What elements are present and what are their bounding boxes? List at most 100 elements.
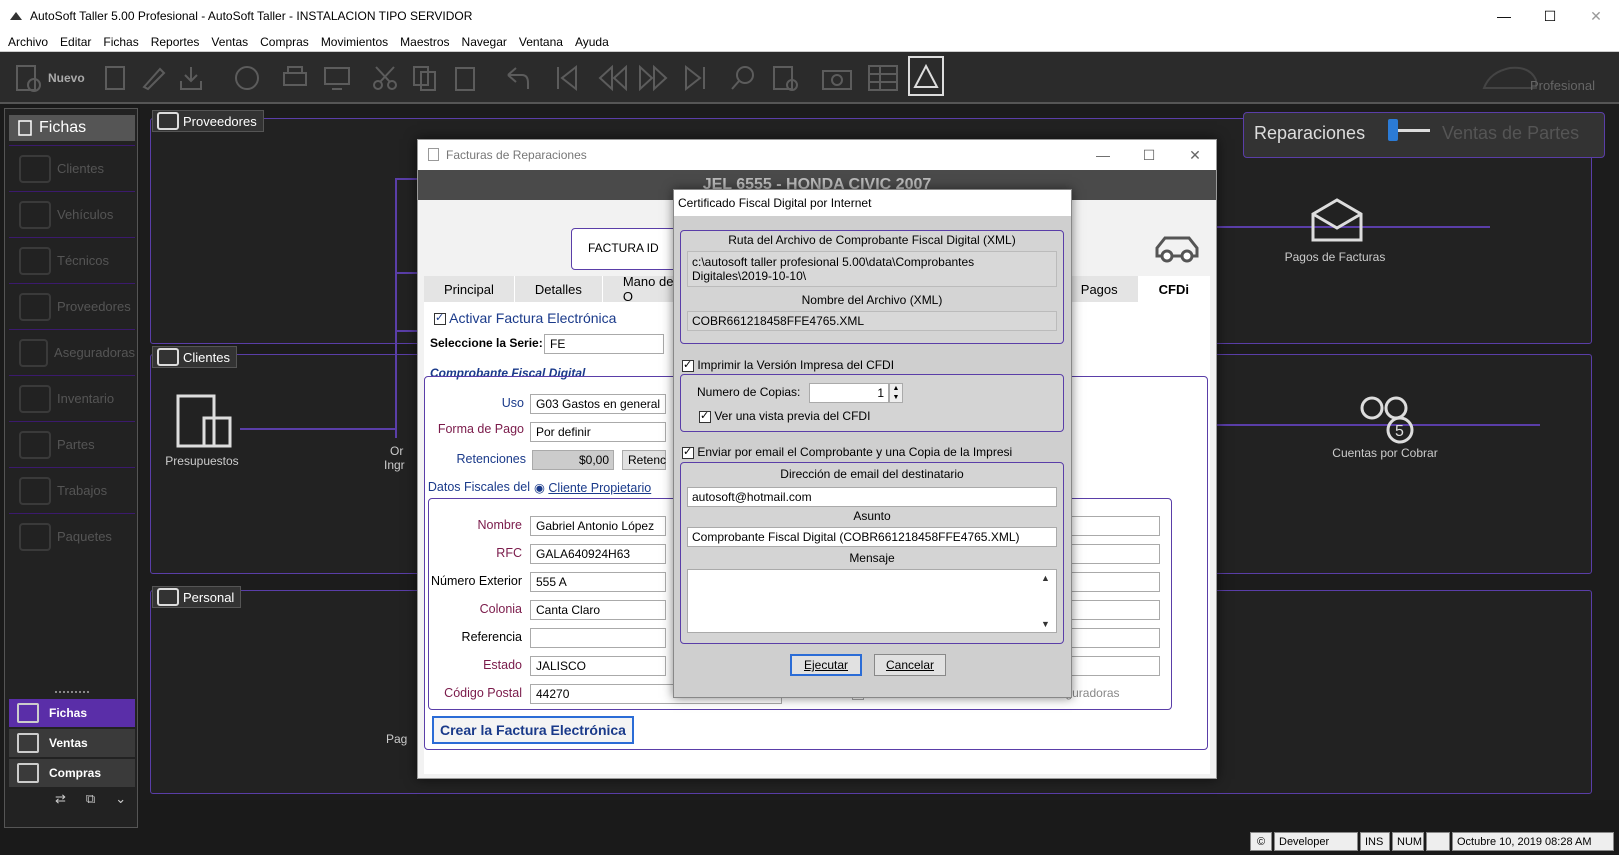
sidebar-item-inventario[interactable]: Inventario (9, 375, 135, 421)
copias-spinner[interactable]: ▲ ▼ (889, 383, 903, 403)
sidebar-splitter[interactable] (55, 691, 89, 694)
vista-previa-row[interactable]: Ver una vista previa del CFDI (699, 409, 870, 423)
menu-ventas[interactable]: Ventas (207, 35, 252, 49)
print-button[interactable] (280, 60, 310, 96)
sidebar-item-partes[interactable]: Partes (9, 421, 135, 467)
ruta-field[interactable]: c:\autosoft taller profesional 5.00\data… (687, 251, 1057, 287)
maximize-button[interactable]: ☐ (1527, 0, 1573, 32)
sidebar-item-label: Inventario (57, 391, 115, 406)
sidebar-button-ventas[interactable]: Ventas (9, 729, 135, 757)
document-icon (17, 703, 39, 723)
copy-button[interactable] (410, 60, 440, 96)
switch-knob[interactable] (1388, 119, 1398, 141)
menu-archivo[interactable]: Archivo (4, 35, 52, 49)
referencia-field[interactable] (530, 628, 666, 648)
sidebar-button-fichas[interactable]: Fichas (9, 699, 135, 727)
crear-factura-button[interactable]: Crear la Factura Electrónica (432, 716, 634, 744)
mode-ventas-partes[interactable]: Ventas de Partes (1442, 123, 1579, 144)
mensaje-textarea[interactable] (687, 569, 1057, 633)
sidebar-item-proveedores[interactable]: Proveedores (9, 283, 135, 329)
sidebar-item-trabajos[interactable]: Trabajos (9, 467, 135, 513)
serie-select[interactable]: FE (544, 334, 664, 354)
cancelar-button[interactable]: Cancelar (874, 654, 946, 676)
menu-ayuda[interactable]: Ayuda (571, 35, 613, 49)
maximize-button[interactable]: ☐ (1126, 140, 1172, 170)
rewind-icon (598, 64, 627, 92)
ejecutar-button[interactable]: Ejecutar (790, 654, 862, 676)
grid-button[interactable] (866, 60, 900, 96)
sidebar-item-paquetes[interactable]: Paquetes (9, 513, 135, 559)
close-button[interactable]: ✕ (1172, 140, 1218, 170)
imprimir-row[interactable]: Imprimir la Versión Impresa del CFDI (682, 358, 894, 372)
copy-doc-button[interactable] (100, 60, 130, 96)
swap-icon[interactable]: ⇄ (55, 791, 66, 807)
triangle-icon (913, 63, 939, 88)
sidebar-item-aseguradoras[interactable]: Aseguradoras (9, 329, 135, 375)
preview-button[interactable] (322, 60, 352, 96)
cuentas-cobrar-label[interactable]: Cuentas por Cobrar (1330, 446, 1440, 460)
forma-pago-select[interactable]: Por definir (530, 422, 666, 442)
scroll-down-icon[interactable]: ▼ (1041, 619, 1050, 629)
mode-reparaciones[interactable]: Reparaciones (1254, 123, 1365, 144)
num-ext-field[interactable]: 555 A (530, 572, 666, 592)
estado-field[interactable]: JALISCO (530, 656, 666, 676)
enviar-checkbox[interactable] (682, 445, 694, 459)
minimize-button[interactable]: — (1080, 140, 1126, 170)
menu-ventana[interactable]: Ventana (515, 35, 567, 49)
refresh-button[interactable] (232, 60, 262, 96)
first-record-button[interactable] (552, 60, 582, 96)
windows-icon[interactable]: ⧉ (86, 791, 95, 807)
camera-button[interactable] (820, 60, 854, 96)
cut-button[interactable] (370, 60, 400, 96)
uso-select[interactable]: G03 Gastos en general (530, 394, 666, 414)
prev-record-button[interactable] (596, 60, 630, 96)
last-record-button[interactable] (680, 60, 710, 96)
menu-maestros[interactable]: Maestros (396, 35, 453, 49)
nombre-field[interactable]: Gabriel Antonio López (530, 516, 666, 536)
rfc-field[interactable]: GALA640924H63 (530, 544, 666, 564)
copias-field[interactable]: 1 (809, 383, 889, 403)
retenciones-button[interactable]: Retenc (622, 450, 666, 470)
sidebar-item-clientes[interactable]: Clientes (9, 145, 135, 191)
activar-checkbox[interactable] (434, 311, 446, 326)
search-button[interactable] (728, 60, 758, 96)
scroll-up-icon[interactable]: ▲ (1041, 573, 1050, 583)
email-field[interactable]: autosoft@hotmail.com (687, 487, 1057, 507)
imprimir-checkbox[interactable] (682, 358, 694, 372)
tab-pagos[interactable]: Pagos (1060, 276, 1139, 302)
chevron-down-icon[interactable]: ⌄ (115, 791, 126, 807)
presupuestos-label[interactable]: Presupuestos (152, 454, 252, 468)
tab-principal[interactable]: Principal (424, 276, 515, 302)
menu-editar[interactable]: Editar (56, 35, 95, 49)
minimize-button[interactable]: — (1481, 0, 1527, 32)
paste-button[interactable] (450, 60, 480, 96)
menu-compras[interactable]: Compras (256, 35, 313, 49)
menu-navegar[interactable]: Navegar (458, 35, 511, 49)
edit-button[interactable] (138, 60, 168, 96)
alert-button[interactable] (908, 56, 944, 96)
colonia-field[interactable]: Canta Claro (530, 600, 666, 620)
next-record-button[interactable] (636, 60, 670, 96)
pagos-facturas-label[interactable]: Pagos de Facturas (1270, 250, 1400, 264)
nombre-archivo-field[interactable]: COBR661218458FFE4765.XML (687, 311, 1057, 331)
enviar-row[interactable]: Enviar por email el Comprobante y una Co… (682, 445, 1012, 459)
new-button[interactable]: Nuevo (12, 60, 85, 96)
status-ins: INS (1360, 832, 1390, 851)
cliente-propietario-radio[interactable]: ◉ Cliente Propietario (534, 480, 651, 495)
vista-previa-checkbox[interactable] (699, 409, 711, 423)
close-button[interactable]: ✕ (1573, 0, 1619, 32)
activar-factura-row[interactable]: Activar Factura Electrónica (434, 310, 616, 326)
menu-reportes[interactable]: Reportes (147, 35, 204, 49)
menu-movimientos[interactable]: Movimientos (317, 35, 392, 49)
sidebar-item-vehiculos[interactable]: Vehículos (9, 191, 135, 237)
report-button[interactable] (770, 60, 800, 96)
save-button[interactable] (176, 60, 206, 96)
tab-cfdi[interactable]: CFDi (1138, 276, 1210, 302)
undo-button[interactable] (502, 60, 532, 96)
sidebar-item-tecnicos[interactable]: Técnicos (9, 237, 135, 283)
menu-fichas[interactable]: Fichas (99, 35, 142, 49)
sidebar-button-compras[interactable]: Compras (9, 759, 135, 787)
tab-detalles[interactable]: Detalles (514, 276, 603, 302)
mode-switch[interactable]: Reparaciones Ventas de Partes (1243, 112, 1605, 158)
asunto-field[interactable]: Comprobante Fiscal Digital (COBR66121845… (687, 527, 1057, 547)
